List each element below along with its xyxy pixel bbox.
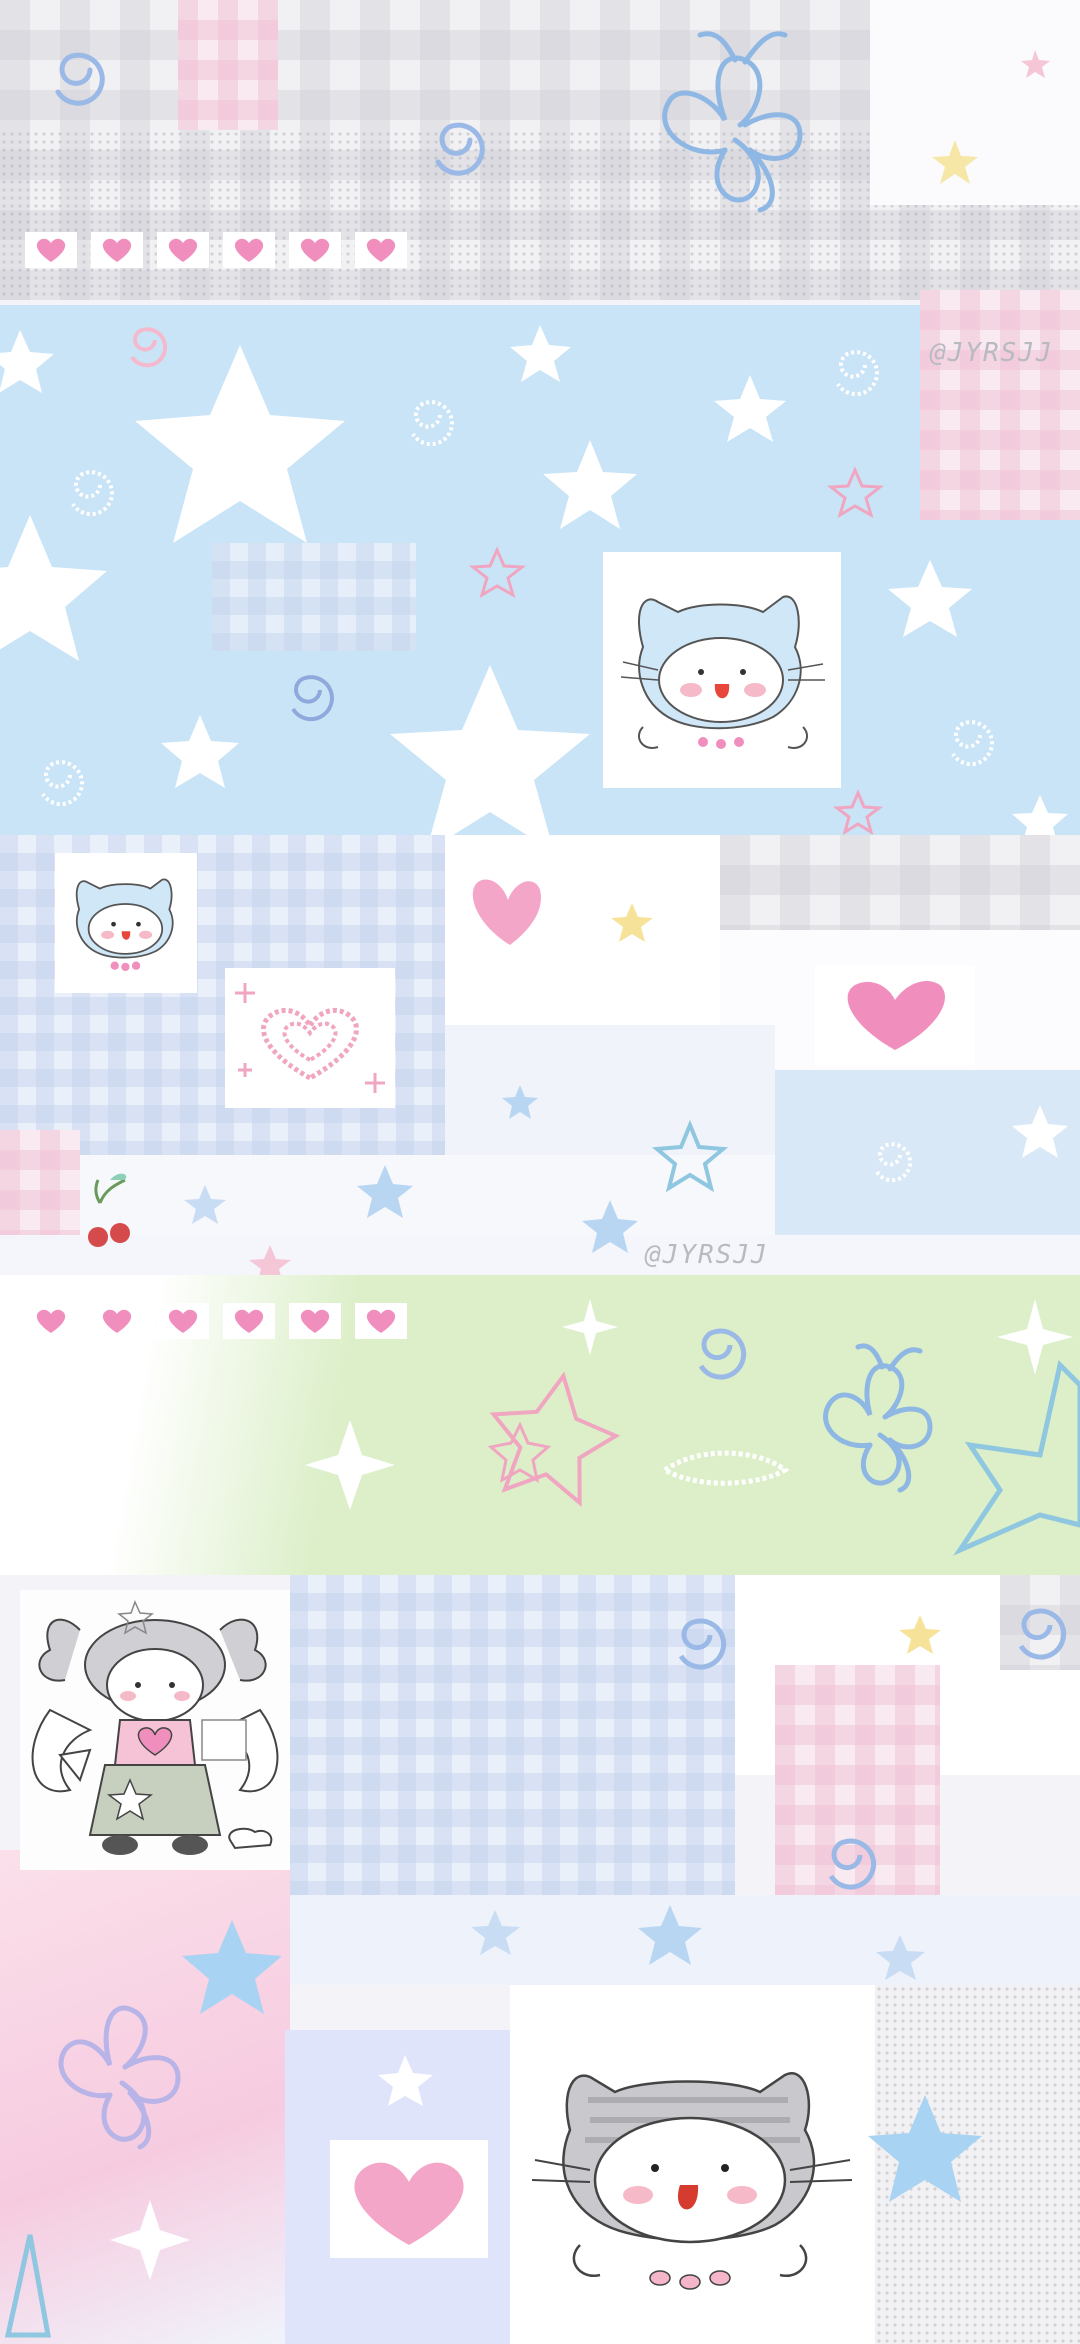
- sparkle-icon: [305, 1420, 395, 1510]
- star-icon: [390, 665, 590, 835]
- sparkle-icon: [110, 2200, 190, 2280]
- star-icon: [1012, 1105, 1068, 1158]
- butterfly-icon: [662, 31, 803, 213]
- star-outline-icon: [651, 1119, 729, 1193]
- star-icon: [543, 440, 637, 529]
- star-icon: [868, 2095, 982, 2202]
- star-icon: [378, 2055, 433, 2106]
- star-icon: [1012, 795, 1068, 835]
- swirl-icon: [71, 470, 114, 517]
- star-icon: [161, 715, 239, 788]
- star-icon: [582, 1200, 638, 1253]
- star-icon: [182, 1920, 282, 2014]
- star-icon: [357, 1165, 413, 1218]
- swirl-icon: [41, 760, 84, 807]
- angel-girl-card: [20, 1590, 290, 1870]
- star-outline-icon: [826, 466, 885, 519]
- star-icon: [888, 560, 972, 637]
- star-icon: [714, 375, 786, 442]
- star-icon: [1021, 50, 1050, 78]
- green-band-decorations: [305, 1299, 1080, 1556]
- gray-cat-card: [520, 2030, 865, 2330]
- star-icon: [0, 330, 54, 393]
- swirl-icon: [291, 675, 334, 722]
- cat-card-large: [603, 552, 841, 788]
- star-icon: [135, 345, 345, 543]
- star-outline-icon: [468, 546, 527, 599]
- swirl-icon: [678, 1618, 727, 1670]
- pink-heart-card: [330, 2140, 488, 2258]
- watermark-middle: @JYRSJJ: [645, 1240, 769, 1270]
- heart-icon: [472, 879, 541, 945]
- top-decorations: [55, 31, 1050, 213]
- swirl-icon: [55, 52, 105, 106]
- sparkle-icon: [562, 1299, 618, 1355]
- cherry-icon: [88, 1173, 130, 1247]
- star-icon: [899, 1615, 941, 1654]
- star-icon: [249, 1245, 291, 1275]
- star-icon: [510, 325, 571, 382]
- swirl-icon: [836, 350, 879, 397]
- watermark-top: @JYRSJJ: [930, 338, 1054, 368]
- cat-drawing: [531, 2072, 853, 2290]
- swirl-icon: [828, 1838, 877, 1890]
- star-icon: [876, 1935, 925, 1980]
- heart-icon: [354, 2162, 464, 2245]
- dotted-oval: [660, 1450, 790, 1486]
- swirl-icon: [875, 1142, 913, 1183]
- star-outline-icon: [489, 1371, 621, 1507]
- swirl-icon: [130, 327, 168, 368]
- swirl-icon: [1018, 1608, 1067, 1660]
- angel-girl-drawing: [31, 1600, 279, 1855]
- star-outline-icon: [832, 789, 884, 835]
- star-outline-icon: [4, 2234, 51, 2338]
- mid-decorations: [88, 879, 1068, 1275]
- swirl-icon: [951, 720, 994, 767]
- cat-drawing: [620, 595, 825, 749]
- star-icon: [611, 903, 653, 942]
- star-icon: [471, 1910, 520, 1955]
- swirl-icon: [698, 1328, 747, 1380]
- star-icon: [502, 1085, 538, 1119]
- swirl-icon: [435, 122, 485, 176]
- star-icon: [184, 1185, 226, 1224]
- star-outline-icon: [953, 1360, 1080, 1556]
- star-icon: [0, 515, 107, 661]
- star-icon: [638, 1905, 702, 1965]
- butterfly-icon: [823, 1343, 933, 1493]
- blue-panel-stars: [0, 325, 1068, 835]
- swirl-icon: [411, 400, 454, 447]
- butterfly-icon: [58, 2005, 181, 2150]
- star-icon: [932, 140, 978, 184]
